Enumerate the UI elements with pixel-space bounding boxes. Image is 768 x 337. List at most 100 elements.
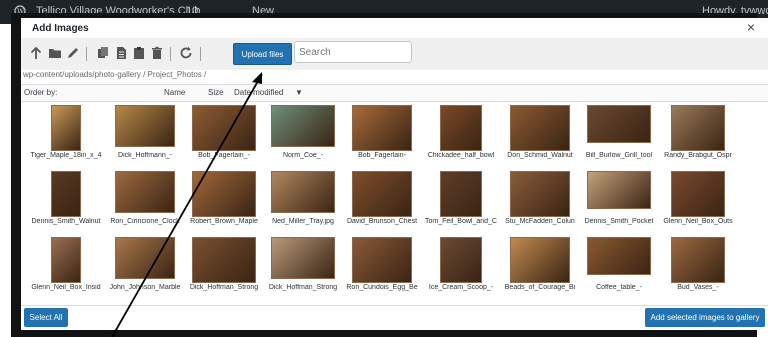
image-thumbnail[interactable] [51, 171, 81, 217]
image-filename: Ron_Cundois_Egg_Be [346, 284, 418, 291]
image-filename: Bob_Fagerlain_- [198, 152, 250, 159]
image-thumbnail[interactable] [671, 105, 725, 151]
image-thumbnail[interactable] [271, 171, 335, 213]
image-filename: Coffee_table_- [596, 284, 642, 291]
image-item[interactable]: Dick_Hoffmann_- [106, 103, 184, 167]
image-thumbnail[interactable] [440, 171, 482, 217]
image-thumbnail[interactable] [271, 237, 335, 279]
image-item[interactable]: Bob_Fagerlain- [343, 103, 421, 167]
trash-icon[interactable] [150, 46, 164, 60]
image-thumbnail[interactable] [671, 237, 725, 283]
upload-files-button[interactable]: Upload files [233, 43, 292, 65]
image-item[interactable]: Don_Schmid_Walnut [501, 103, 579, 167]
image-thumbnail[interactable] [671, 171, 725, 217]
order-by-label: Order by: [24, 88, 58, 97]
image-item[interactable]: Bud_Vases_- [659, 235, 737, 299]
image-filename: Chickadee_half_bowl [427, 152, 495, 159]
copy-icon[interactable] [96, 46, 110, 60]
image-thumbnail[interactable] [115, 237, 175, 279]
image-item[interactable]: Randy_Brabgut_Ospr [659, 103, 737, 167]
image-filename: Dick_Hoffmann_- [118, 152, 172, 159]
image-filename: Ron_Cirincione_Clock [110, 218, 180, 225]
image-filename: Glenn_Neil_Box_Outs [663, 218, 733, 225]
image-grid: Tiger_Maple_18in_x_4 Dick_Hoffmann_- Bob_F… [21, 103, 768, 303]
image-item[interactable]: Robert_Brown_Maple [185, 169, 263, 233]
modal-title: Add Images [32, 23, 89, 34]
add-selected-images-button[interactable]: Add selected images to gallery [645, 308, 765, 327]
image-item[interactable]: Dick_Hoffman_Strong [264, 235, 342, 299]
image-thumbnail[interactable] [192, 105, 256, 151]
image-item[interactable]: Stu_McFadden_Colun [501, 169, 579, 233]
image-thumbnail[interactable] [587, 105, 651, 143]
image-filename: David_Brunson_Chest [346, 218, 418, 225]
image-item[interactable]: John_Johnson_Marble [106, 235, 184, 299]
image-filename: Dick_Hoffman_Strong [189, 284, 259, 291]
document-icon[interactable] [114, 46, 128, 60]
sort-bar: Order by: Name Size Date modified ▼ [21, 84, 768, 102]
image-thumbnail[interactable] [510, 171, 570, 217]
image-filename: Dennis_Smith_Walnut [31, 218, 101, 225]
image-item[interactable]: Tom_Feil_Bowl_and_C [422, 169, 500, 233]
image-thumbnail[interactable] [352, 105, 412, 151]
image-item[interactable]: Coffee_table_- [580, 235, 658, 299]
image-thumbnail[interactable] [352, 237, 412, 283]
image-item[interactable]: Dennis_Smith_Walnut [27, 169, 105, 233]
image-thumbnail[interactable] [192, 237, 256, 283]
image-filename: Norm_Coe_- [282, 152, 324, 159]
rename-pencil-icon[interactable] [66, 46, 80, 60]
image-thumbnail[interactable] [587, 237, 651, 275]
image-item[interactable]: Bob_Fagerlain_- [185, 103, 263, 167]
image-item[interactable]: Glenn_Neil_Box_Outs [659, 169, 737, 233]
close-modal-button[interactable]: × [747, 19, 755, 35]
image-item[interactable]: Dennis_Smith_Pocket [580, 169, 658, 233]
image-filename: Tiger_Maple_18in_x_4 [30, 152, 102, 159]
image-filename: Bud_Vases_- [677, 284, 719, 291]
image-item[interactable]: Ned_Miller_Tray.jpg [264, 169, 342, 233]
image-thumbnail[interactable] [352, 171, 412, 217]
image-filename: Stu_McFadden_Colun [505, 218, 575, 225]
image-filename: Ned_Miller_Tray.jpg [272, 218, 334, 225]
image-item[interactable]: Ron_Cundois_Egg_Be [343, 235, 421, 299]
image-item[interactable]: Dick_Hoffman_Strong [185, 235, 263, 299]
image-thumbnail[interactable] [115, 171, 175, 213]
image-filename: Randy_Brabgut_Ospr [664, 152, 732, 159]
modal-footer: Select All Add selected images to galler… [21, 305, 768, 330]
image-item[interactable]: Ice_Cream_Scoop_- [422, 235, 500, 299]
toolbar-divider [170, 47, 171, 61]
image-thumbnail[interactable] [587, 171, 651, 209]
image-thumbnail[interactable] [440, 105, 482, 151]
image-item[interactable]: Beads_of_Courage_Bi [501, 235, 579, 299]
toolbar-divider [86, 47, 87, 61]
image-item[interactable]: Glenn_Neil_Box_Insid [27, 235, 105, 299]
paste-clipboard-icon[interactable] [132, 46, 146, 60]
refresh-icon[interactable] [179, 46, 193, 60]
up-directory-icon[interactable] [29, 46, 43, 60]
sort-direction-icon[interactable]: ▼ [295, 88, 303, 97]
image-thumbnail[interactable] [51, 105, 81, 151]
image-item[interactable]: Chickadee_half_bowl [422, 103, 500, 167]
search-input[interactable] [294, 41, 412, 63]
image-thumbnail[interactable] [192, 171, 256, 217]
image-filename: Dennis_Smith_Pocket [584, 218, 654, 225]
breadcrumb[interactable]: wp-content/uploads/photo-gallery / Proje… [23, 70, 206, 79]
image-item[interactable]: Tiger_Maple_18in_x_4 [27, 103, 105, 167]
image-thumbnail[interactable] [440, 237, 482, 283]
sort-by-size[interactable]: Size [208, 88, 224, 97]
new-folder-icon[interactable] [48, 46, 62, 60]
image-thumbnail[interactable] [510, 105, 570, 151]
image-item[interactable]: Norm_Coe_- [264, 103, 342, 167]
image-thumbnail[interactable] [115, 105, 175, 147]
image-thumbnail[interactable] [271, 105, 335, 147]
image-filename: Dick_Hoffman_Strong [268, 284, 338, 291]
image-thumbnail[interactable] [51, 237, 81, 283]
image-item[interactable]: Ron_Cirincione_Clock [106, 169, 184, 233]
sort-by-name[interactable]: Name [164, 88, 185, 97]
image-item[interactable]: David_Brunson_Chest [343, 169, 421, 233]
add-images-modal: Add Images × Upload files wp [21, 18, 768, 330]
select-all-button[interactable]: Select All [24, 308, 68, 327]
sort-by-date-modified[interactable]: Date modified [234, 88, 283, 97]
image-thumbnail[interactable] [510, 237, 570, 283]
image-item[interactable]: Bill_Burlow_Grill_tool [580, 103, 658, 167]
image-filename: Beads_of_Courage_Bi [504, 284, 576, 291]
image-filename: Ice_Cream_Scoop_- [428, 284, 494, 291]
